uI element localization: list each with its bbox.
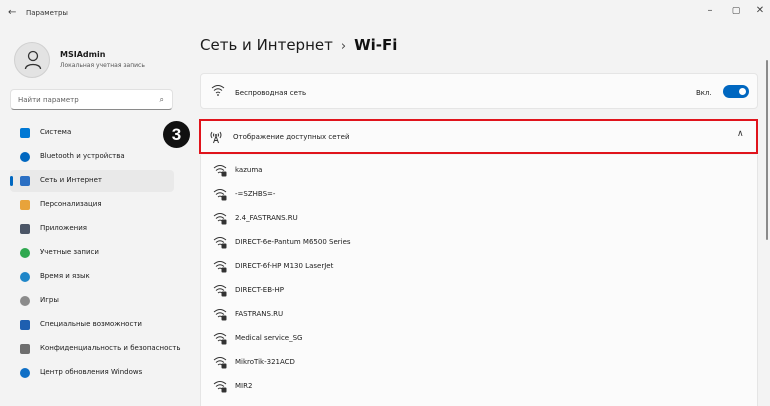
- sidebar-item-network[interactable]: Сеть и Интернет: [10, 170, 174, 192]
- sidebar-item-time-language[interactable]: Время и язык: [10, 266, 174, 288]
- wifi-secured-icon: [213, 213, 227, 225]
- breadcrumb-parent[interactable]: Сеть и Интернет: [200, 36, 333, 54]
- sidebar-item-label: Центр обновления Windows: [40, 368, 143, 376]
- wireless-network-row[interactable]: Беспроводная сеть Вкл.: [200, 73, 758, 109]
- sidebar-item-brush[interactable]: Персонализация: [10, 194, 174, 216]
- shield-icon: [20, 344, 30, 354]
- network-icon: [20, 176, 30, 186]
- wifi-secured-icon: [213, 261, 227, 273]
- account-type: Локальная учетная запись: [60, 62, 145, 69]
- window-title: Параметры: [26, 9, 68, 17]
- network-item[interactable]: 2.4_FASTRANS.RU: [201, 206, 757, 230]
- network-item[interactable]: Medical service_SG: [201, 326, 757, 350]
- network-name: MikroTik-321ACD: [235, 358, 295, 366]
- sidebar-item-label: Bluetooth и устройства: [40, 152, 125, 160]
- breadcrumb-current: Wi-Fi: [354, 36, 398, 54]
- bluetooth-icon: [20, 152, 30, 162]
- search-placeholder: Найти параметр: [18, 96, 79, 104]
- network-item[interactable]: MIR2: [201, 374, 757, 398]
- apps-icon: [20, 224, 30, 234]
- network-name: DIRECT-6e-Pantum M6500 Series: [235, 238, 351, 246]
- sidebar-item-label: Игры: [40, 296, 59, 304]
- toggle-knob: [739, 88, 746, 95]
- accessibility-icon: [20, 320, 30, 330]
- sidebar-item-apps[interactable]: Приложения: [10, 218, 174, 240]
- person-icon: [24, 50, 42, 70]
- sidebar-item-label: Система: [40, 128, 72, 136]
- search-icon[interactable]: ⌕: [160, 95, 164, 105]
- network-name: 2.4_FASTRANS.RU: [235, 214, 298, 222]
- network-item[interactable]: MikroTik-321ACD: [201, 350, 757, 374]
- network-item[interactable]: -=SZHBS=-: [201, 182, 757, 206]
- wifi-secured-icon: [213, 237, 227, 249]
- network-name: -=SZHBS=-: [235, 190, 276, 198]
- antenna-icon: [210, 131, 222, 144]
- title-bar: ← Параметры – ▢ ✕: [0, 0, 770, 26]
- available-networks-list: kazuma -=SZHBS=- 2.4_FASTRANS.RU DIRECT-6e-…: [200, 155, 758, 406]
- network-name: DIRECT-6f-HP M130 LaserJet: [235, 262, 334, 270]
- network-name: kazuma: [235, 166, 263, 174]
- show-available-networks-label: Отображение доступных сетей: [233, 133, 350, 141]
- accounts-icon: [20, 248, 30, 258]
- update-icon: [20, 368, 30, 378]
- sidebar-item-label: Конфиденциальность и безопасность: [40, 344, 181, 352]
- gaming-icon: [20, 296, 30, 306]
- sidebar-item-gaming[interactable]: Игры: [10, 290, 174, 312]
- toggle-state-label: Вкл.: [696, 89, 712, 97]
- step-number-badge: 3: [163, 121, 190, 148]
- sidebar-item-bluetooth[interactable]: Bluetooth и устройства: [10, 146, 174, 168]
- breadcrumb-separator: ›: [340, 39, 347, 54]
- back-arrow-icon[interactable]: ←: [8, 7, 16, 18]
- account-name: MSIAdmin: [60, 50, 106, 59]
- network-item[interactable]: kazuma: [201, 158, 757, 182]
- network-item[interactable]: DIRECT-EB-HP: [201, 278, 757, 302]
- wireless-network-label: Беспроводная сеть: [235, 89, 307, 97]
- network-name: Medical service_SG: [235, 334, 303, 342]
- sidebar-item-accounts[interactable]: Учетные записи: [10, 242, 174, 264]
- wifi-secured-icon: [213, 165, 227, 177]
- wifi-secured-icon: [213, 333, 227, 345]
- sidebar-item-label: Приложения: [40, 224, 87, 232]
- network-item[interactable]: DIRECT-6e-Pantum M6500 Series: [201, 230, 757, 254]
- active-indicator: [10, 176, 13, 186]
- system-icon: [20, 128, 30, 138]
- network-name: FASTRANS.RU: [235, 310, 284, 318]
- wifi-secured-icon: [213, 285, 227, 297]
- minimize-button[interactable]: –: [703, 5, 717, 16]
- sidebar-item-label: Специальные возможности: [40, 320, 142, 328]
- network-item[interactable]: DIRECT-6f-HP M130 LaserJet: [201, 254, 757, 278]
- page-title: Сеть и Интернет › Wi-Fi: [200, 36, 397, 54]
- network-name: MIR2: [235, 382, 253, 390]
- brush-icon: [20, 200, 30, 210]
- wifi-icon: [211, 85, 225, 96]
- avatar: [14, 42, 50, 78]
- close-button[interactable]: ✕: [753, 5, 767, 16]
- sidebar-item-system[interactable]: Система: [10, 122, 174, 144]
- search-input[interactable]: Найти параметр ⌕: [10, 89, 173, 110]
- wifi-toggle[interactable]: [723, 85, 749, 98]
- scrollbar[interactable]: [766, 60, 768, 240]
- sidebar-item-label: Сеть и Интернет: [40, 176, 102, 184]
- wifi-secured-icon: [213, 357, 227, 369]
- sidebar-item-update[interactable]: Центр обновления Windows: [10, 362, 174, 384]
- show-available-networks-row[interactable]: Отображение доступных сетей ∧: [199, 119, 758, 154]
- network-item[interactable]: FASTRANS.RU: [201, 302, 757, 326]
- time-language-icon: [20, 272, 30, 282]
- chevron-up-icon[interactable]: ∧: [737, 129, 744, 139]
- sidebar-item-label: Учетные записи: [40, 248, 99, 256]
- network-name: DIRECT-EB-HP: [235, 286, 285, 294]
- sidebar-item-accessibility[interactable]: Специальные возможности: [10, 314, 174, 336]
- wifi-secured-icon: [213, 309, 227, 321]
- wifi-secured-icon: [213, 381, 227, 393]
- sidebar-item-label: Время и язык: [40, 272, 90, 280]
- sidebar-item-label: Персонализация: [40, 200, 102, 208]
- wifi-secured-icon: [213, 189, 227, 201]
- sidebar-item-shield[interactable]: Конфиденциальность и безопасность: [10, 338, 180, 360]
- maximize-button[interactable]: ▢: [729, 6, 743, 16]
